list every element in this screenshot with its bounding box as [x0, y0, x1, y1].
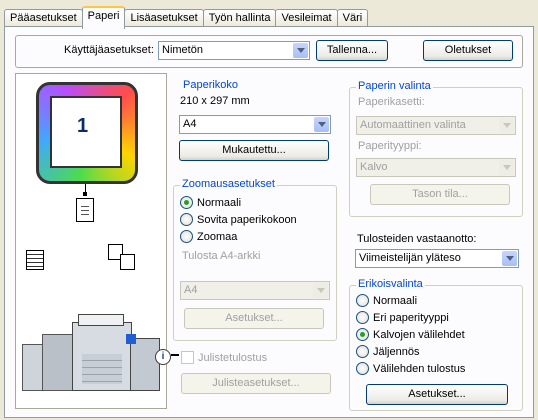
tab-main-settings[interactable]: Pääasetukset: [4, 9, 83, 27]
printer-machine-image: [22, 314, 160, 396]
poster-print-label: Julistetulostus: [198, 351, 268, 364]
special-transparency-inserts-label: Kalvojen välilehdet: [373, 328, 465, 341]
chevron-down-icon[interactable]: [499, 160, 514, 175]
paper-tray-value: Automaattinen valinta: [360, 119, 466, 131]
special-different-paper-radio[interactable]: Eri paperityyppi: [356, 311, 449, 324]
radio-icon[interactable]: [356, 311, 369, 324]
chevron-down-icon[interactable]: [499, 118, 514, 133]
save-button[interactable]: Tallenna...: [316, 40, 388, 61]
paper-size-value: A4: [183, 118, 197, 130]
checkbox-icon[interactable]: [181, 351, 194, 364]
chevron-down-icon[interactable]: [314, 117, 329, 132]
radio-selected-icon[interactable]: [356, 328, 369, 341]
defaults-button[interactable]: Oletukset: [423, 40, 513, 61]
zoom-normal-radio[interactable]: Normaali: [180, 196, 241, 209]
print-preview: 1: [15, 73, 167, 409]
output-tray-label: Tulosteiden vastaanotto:: [357, 233, 477, 245]
paper-dimensions: 210 x 297 mm: [180, 95, 250, 107]
chevron-down-icon[interactable]: [502, 251, 517, 266]
radio-icon[interactable]: [356, 362, 369, 375]
chevron-down-icon[interactable]: [293, 43, 308, 58]
copies-count: 1: [77, 115, 89, 137]
zoom-settings-button[interactable]: Asetukset...: [184, 308, 324, 329]
paper-size-title: Paperikoko: [181, 79, 241, 91]
special-options-group: Erikoisvalinta Normaali Eri paperityyppi…: [349, 278, 523, 411]
tray-status-button[interactable]: Tason tila...: [370, 184, 510, 205]
tab-paper[interactable]: Paperi: [81, 6, 126, 29]
print-sheet-label: Tulosta A4-arkki: [182, 250, 261, 262]
paper-type-value: Kalvo: [360, 161, 388, 173]
paper-tray-label: Paperikasetti:: [358, 96, 425, 108]
zoom-fit-radio[interactable]: Sovita paperikokoon: [180, 213, 297, 226]
radio-icon[interactable]: [180, 230, 193, 243]
paper-size-select[interactable]: A4: [179, 115, 331, 134]
paper-tray-select[interactable]: Automaattinen valinta: [356, 116, 516, 135]
tab-color[interactable]: Väri: [336, 9, 369, 27]
output-tray-value: Viimeistelijän yläteso: [359, 252, 461, 264]
user-settings-box: Käyttäjäasetukset: Nimetön Tallenna... O…: [15, 35, 523, 68]
user-settings-label: Käyttäjäasetukset:: [64, 44, 154, 56]
poster-settings-button[interactable]: Julisteasetukset...: [181, 373, 331, 394]
poster-print-checkbox[interactable]: Julistetulostus: [181, 351, 267, 364]
special-transparency-inserts-radio[interactable]: Kalvojen välilehdet: [356, 328, 465, 341]
special-normal-label: Normaali: [373, 294, 418, 307]
paper-type-select[interactable]: Kalvo: [356, 158, 516, 177]
zoom-normal-label: Normaali: [197, 196, 242, 209]
tab-strip: Pääasetukset Paperi Lisäasetukset Työn h…: [4, 6, 369, 29]
special-different-paper-label: Eri paperityyppi: [373, 311, 449, 324]
print-sheet-select[interactable]: A4: [180, 281, 330, 300]
info-pointer: [171, 354, 179, 356]
radio-icon[interactable]: [356, 294, 369, 307]
zoom-zoom-label: Zoomaa: [197, 230, 238, 243]
special-tab-print-radio[interactable]: Välilehden tulostus: [356, 362, 465, 375]
radio-selected-icon[interactable]: [180, 196, 193, 209]
paper-selection-group: Paperin valinta Paperikasetti: Automaatt…: [349, 80, 523, 217]
special-options-title: Erikoisvalinta: [356, 278, 425, 290]
single-page-icon: [76, 198, 94, 222]
special-carbon-copy-radio[interactable]: Jäljennös: [356, 345, 419, 358]
zoom-group: Zoomausasetukset Normaali Sovita paperik…: [173, 178, 337, 341]
connector-node: [83, 192, 87, 196]
custom-size-button[interactable]: Mukautettu...: [179, 140, 329, 161]
sorted-sets-icon: [108, 244, 136, 270]
tab-advanced[interactable]: Lisäasetukset: [124, 9, 204, 27]
special-tab-print-label: Välilehden tulostus: [373, 362, 466, 375]
radio-icon[interactable]: [356, 345, 369, 358]
output-tray-select[interactable]: Viimeistelijän yläteso: [355, 249, 519, 268]
print-sheet-value: A4: [184, 284, 198, 296]
radio-icon[interactable]: [180, 213, 193, 226]
paper-selection-title: Paperin valinta: [356, 80, 433, 92]
special-normal-radio[interactable]: Normaali: [356, 294, 417, 307]
user-settings-select[interactable]: Nimetön: [158, 41, 310, 60]
chevron-down-icon[interactable]: [313, 283, 328, 298]
paper-type-label: Paperityyppi:: [358, 140, 422, 152]
special-carbon-copy-label: Jäljennös: [373, 345, 420, 358]
paper-tab-panel: Käyttäjäasetukset: Nimetön Tallenna... O…: [4, 26, 534, 418]
zoom-zoom-radio[interactable]: Zoomaa: [180, 230, 237, 243]
user-settings-value: Nimetön: [162, 44, 203, 56]
document-stack-icon: [26, 250, 44, 270]
zoom-title: Zoomausasetukset: [180, 178, 277, 190]
info-icon[interactable]: i: [155, 349, 171, 365]
tab-watermarks[interactable]: Vesileimat: [275, 9, 338, 27]
tab-job-handling[interactable]: Työn hallinta: [202, 9, 277, 27]
zoom-fit-label: Sovita paperikokoon: [197, 213, 297, 226]
special-settings-button[interactable]: Asetukset...: [366, 384, 508, 405]
